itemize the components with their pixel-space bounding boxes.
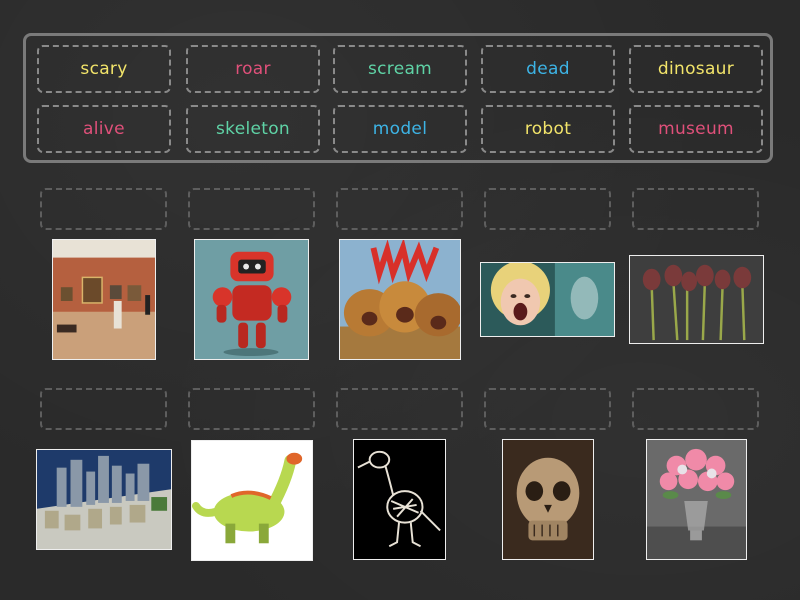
word-chip-scream[interactable]: scream bbox=[333, 45, 467, 93]
word-chip-model[interactable]: model bbox=[333, 105, 467, 153]
roaring-lions-image bbox=[339, 239, 461, 360]
drop-slot-4[interactable] bbox=[484, 188, 611, 230]
fresh-flowers-vase-image bbox=[646, 439, 747, 560]
drop-slot-5[interactable] bbox=[632, 188, 759, 230]
word-chip-scary[interactable]: scary bbox=[37, 45, 171, 93]
city-model-image bbox=[36, 449, 172, 550]
word-chip-museum[interactable]: museum bbox=[629, 105, 763, 153]
drop-slot-2[interactable] bbox=[188, 188, 315, 230]
word-bank: scary roar scream dead dinosaur alive sk… bbox=[23, 33, 773, 163]
drop-slot-7[interactable] bbox=[188, 388, 315, 430]
screaming-woman-image bbox=[480, 262, 615, 337]
word-chip-dinosaur[interactable]: dinosaur bbox=[629, 45, 763, 93]
toy-dinosaur-image bbox=[191, 440, 313, 561]
scary-skull-image bbox=[502, 439, 594, 560]
drop-slot-9[interactable] bbox=[484, 388, 611, 430]
drop-slot-10[interactable] bbox=[632, 388, 759, 430]
bird-skeleton-image bbox=[353, 439, 446, 560]
red-robot-image bbox=[194, 239, 309, 360]
drop-slot-8[interactable] bbox=[336, 388, 463, 430]
word-chip-skeleton[interactable]: skeleton bbox=[186, 105, 320, 153]
drop-slot-6[interactable] bbox=[40, 388, 167, 430]
word-chip-roar[interactable]: roar bbox=[186, 45, 320, 93]
dead-roses-image bbox=[629, 255, 764, 344]
word-chip-dead[interactable]: dead bbox=[481, 45, 615, 93]
word-chip-alive[interactable]: alive bbox=[37, 105, 171, 153]
word-chip-robot[interactable]: robot bbox=[481, 105, 615, 153]
drop-slot-3[interactable] bbox=[336, 188, 463, 230]
drop-slot-1[interactable] bbox=[40, 188, 167, 230]
museum-gallery-image bbox=[52, 239, 156, 360]
